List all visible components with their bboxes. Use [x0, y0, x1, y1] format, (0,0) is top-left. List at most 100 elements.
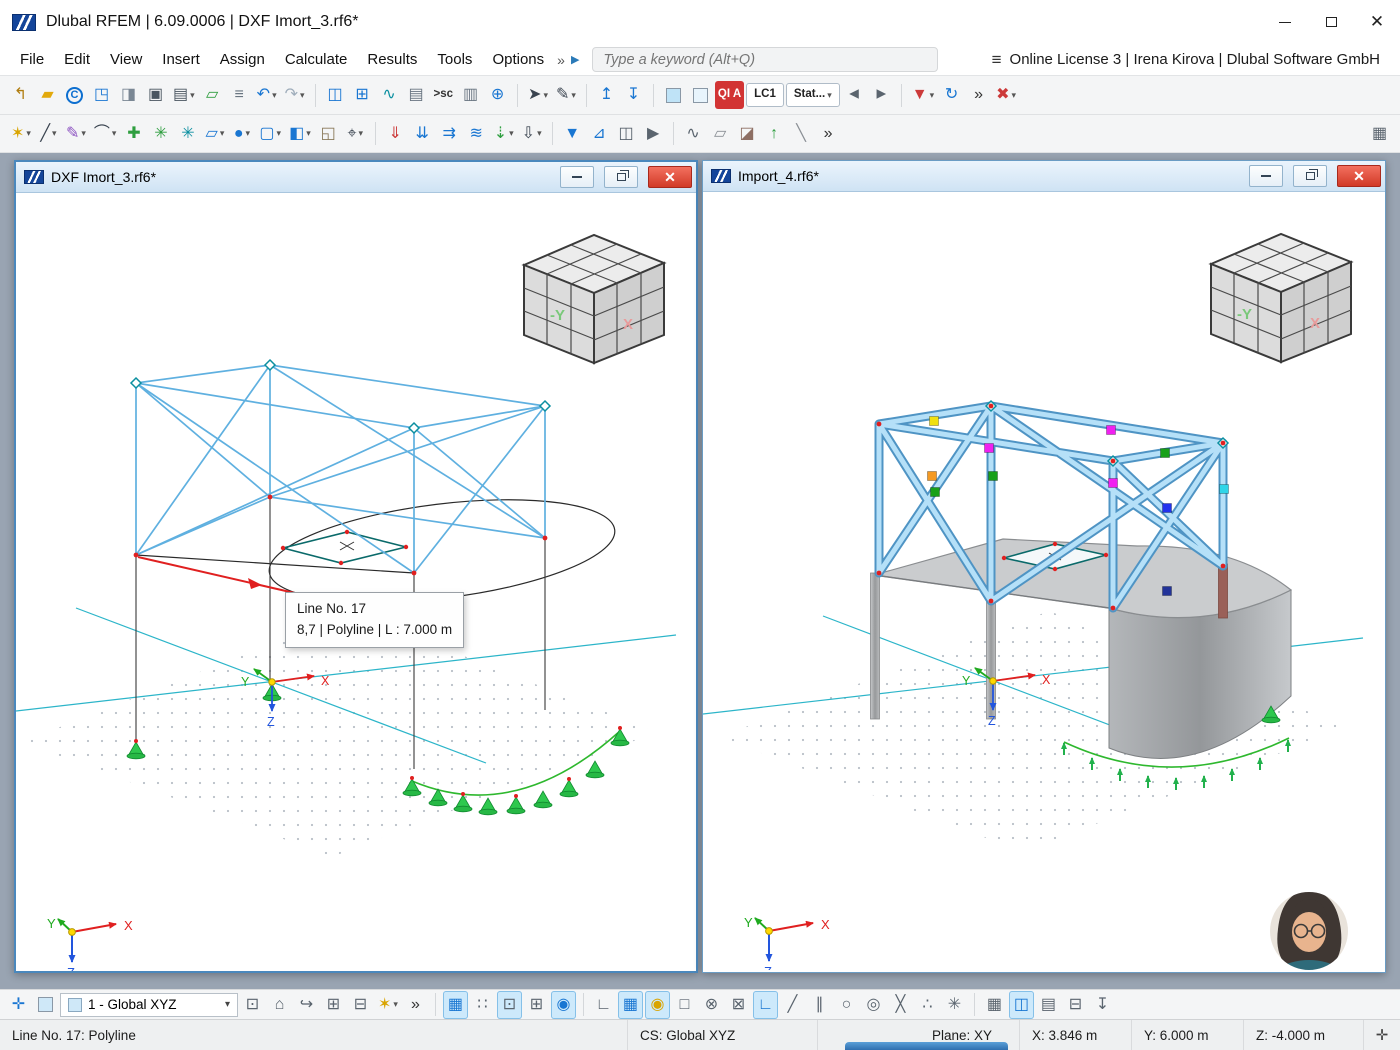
import-dxf-button[interactable]: ↰ [8, 81, 33, 109]
visibility-filter-button[interactable]: ▼ [560, 120, 585, 148]
child-window-titlebar[interactable]: DXF Imort_3.rf6* ✕ [16, 162, 696, 193]
navigator-panel-button[interactable]: ◫ [323, 81, 348, 109]
line-load-button[interactable]: ⇉ [437, 120, 462, 148]
member-load-button[interactable]: ⇊ [410, 120, 435, 148]
drop-anchor-button[interactable]: ↧ [1090, 991, 1115, 1019]
menu-overflow-chevron[interactable]: » [554, 52, 568, 68]
load-case-chip[interactable]: LC1 [746, 83, 784, 107]
new-arc-button[interactable]: ⌒▾ [91, 120, 120, 148]
clipboard-button[interactable]: ≡ [227, 81, 252, 109]
menu-calculate[interactable]: Calculate [275, 47, 358, 72]
work-plane-settings-button[interactable]: ⊡ [240, 991, 265, 1019]
model-viewport[interactable]: X Y Z -Y [703, 192, 1383, 970]
search-input[interactable] [603, 52, 927, 68]
grid-settings-button[interactable]: ⊞ [321, 991, 346, 1019]
snap-guidelines-button[interactable]: ⊡ [497, 991, 522, 1019]
osnap-nearest-button[interactable]: ╱ [780, 991, 805, 1019]
toolbar2-overflow[interactable]: » [816, 120, 841, 148]
child-restore-button[interactable] [1293, 165, 1327, 187]
layers-button[interactable]: ▤ [1036, 991, 1061, 1019]
new-node-on-line-button[interactable]: ✚ [121, 120, 146, 148]
menu-file[interactable]: File [10, 47, 54, 72]
diagonal-tool-button[interactable]: ╲ [789, 120, 814, 148]
new-opening-button[interactable]: ▢▾ [256, 120, 284, 148]
osnap-endpoint-button[interactable]: □ [672, 991, 697, 1019]
menu-caret[interactable]: ▶ [568, 53, 582, 66]
plane-xy-button[interactable]: ⌂ [267, 991, 292, 1019]
undo-button[interactable]: ↶▾ [254, 81, 280, 109]
free-load-button[interactable]: ⇣▾ [491, 120, 517, 148]
select-pointer-button[interactable]: ➤▾ [525, 81, 551, 109]
load-case-select[interactable]: Stat...▾ [786, 83, 840, 107]
new-member-button[interactable]: ✳ [148, 120, 173, 148]
new-guide-object-button[interactable]: ✶▾ [375, 991, 401, 1019]
close-button[interactable]: ✕ [1354, 0, 1400, 44]
snap-points-button[interactable]: ∷ [470, 991, 495, 1019]
design-situation-swatch[interactable] [661, 81, 686, 109]
panels-button[interactable]: ▦ [1367, 120, 1392, 148]
menu-edit[interactable]: Edit [54, 47, 100, 72]
avatar[interactable] [1267, 890, 1351, 970]
menu-assign[interactable]: Assign [210, 47, 275, 72]
note-button[interactable]: ▱ [200, 81, 225, 109]
snap-objects-button[interactable]: ◉ [551, 991, 576, 1019]
snap-settings-button[interactable]: ◫ [1009, 991, 1034, 1019]
osnap-parallel-button[interactable]: ∥ [807, 991, 832, 1019]
surface-load-button[interactable]: ≋ [464, 120, 489, 148]
grid-display-button[interactable]: ▦ [618, 991, 643, 1019]
bottombar-overflow[interactable]: » [403, 991, 428, 1019]
new-surface-type-button[interactable]: ▱▾ [202, 120, 227, 148]
osnap-circle-button[interactable]: ○ [834, 991, 859, 1019]
child-minimize-button[interactable] [1249, 165, 1283, 187]
osnap-point-button[interactable]: ✳ [942, 991, 967, 1019]
history-down-button[interactable]: ↧ [621, 81, 646, 109]
osnap-division-button[interactable]: ∴ [915, 991, 940, 1019]
osnap-center-button[interactable]: ⊗ [699, 991, 724, 1019]
snap-dimensions-button[interactable]: ⊞ [524, 991, 549, 1019]
edit-parameters-button[interactable]: ✎▾ [553, 81, 579, 109]
tables-button[interactable]: ⊞ [350, 81, 375, 109]
export-sc-button[interactable]: >sc [431, 81, 457, 109]
child-restore-button[interactable] [604, 166, 638, 188]
printout-report-button[interactable]: ▤ [404, 81, 429, 109]
slab-opening[interactable] [281, 530, 408, 565]
ortho-mode-button[interactable]: ∟ [591, 991, 616, 1019]
osnap-node-button[interactable]: ⊠ [726, 991, 751, 1019]
snap-grid-button[interactable]: ▦ [443, 991, 468, 1019]
child-window-titlebar[interactable]: Import_4.rf6* ✕ [703, 161, 1385, 192]
previous-load-case-button[interactable]: ◀ [842, 81, 867, 109]
osnap-tangent-button[interactable]: ◎ [861, 991, 886, 1019]
rotate-view-button[interactable]: ↻ [939, 81, 964, 109]
status-snap-icon[interactable]: ✛ [1364, 1020, 1400, 1050]
print-graphic-button[interactable]: ◨ [116, 81, 141, 109]
redo-button[interactable]: ↷▾ [282, 81, 308, 109]
coordinate-system-select[interactable]: 1 - Global XYZ ▾ [60, 993, 238, 1017]
menu-tools[interactable]: Tools [427, 47, 482, 72]
minimize-button[interactable] [1262, 0, 1308, 44]
insert-object-button[interactable]: ↑ [762, 120, 787, 148]
save-button[interactable]: ▣ [143, 81, 168, 109]
section-box-button[interactable]: ◱ [316, 120, 341, 148]
new-node-button[interactable]: ✶▾ [8, 120, 34, 148]
navigation-cube[interactable]: -Y X [1211, 234, 1351, 362]
section-view-button[interactable]: ◫ [614, 120, 639, 148]
plane-color-swatch[interactable] [33, 991, 58, 1019]
license-icon[interactable]: ≡ [992, 50, 1002, 70]
navigation-cube[interactable]: -Y X [524, 235, 664, 363]
measure-button[interactable]: ⌖▾ [343, 120, 368, 148]
margins-button[interactable]: ⊟ [1063, 991, 1088, 1019]
new-line-set-button[interactable]: ✎▾ [63, 120, 89, 148]
osnap-perpendicular-button[interactable]: ∟ [753, 991, 778, 1019]
web-services-button[interactable]: ⊕ [485, 81, 510, 109]
menu-insert[interactable]: Insert [152, 47, 210, 72]
maximize-button[interactable] [1308, 0, 1354, 44]
combination-swatch[interactable] [688, 81, 713, 109]
keyword-searchbox[interactable] [592, 47, 938, 72]
relocate-origin-button[interactable]: ↪ [294, 991, 319, 1019]
imperfection-button[interactable]: ⇩▾ [519, 120, 545, 148]
selected-polyline[interactable] [138, 557, 312, 597]
result-diagram-button[interactable]: ∿ [377, 81, 402, 109]
new-line-button[interactable]: ╱▾ [36, 120, 61, 148]
new-block-button[interactable]: ◧▾ [286, 120, 314, 148]
model-viewport[interactable]: X Y Z -Y [16, 193, 696, 971]
